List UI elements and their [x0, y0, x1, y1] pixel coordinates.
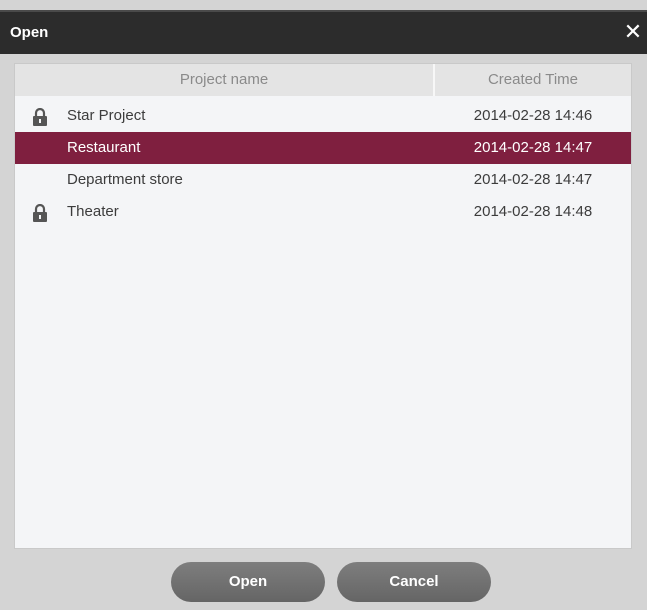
table-row[interactable]: Theater 2014-02-28 14:48 [15, 196, 631, 228]
created-time: 2014-02-28 14:47 [473, 139, 593, 156]
open-button[interactable]: Open [171, 562, 325, 602]
dialog-title: Open [10, 24, 49, 41]
created-time: 2014-02-28 14:47 [473, 171, 593, 188]
project-name: Star Project [67, 107, 146, 124]
created-time: 2014-02-28 14:46 [473, 107, 593, 124]
project-name: Restaurant [67, 139, 141, 156]
table-row[interactable]: Restaurant 2014-02-28 14:47 [15, 132, 631, 164]
column-header-project-name[interactable]: Project name [15, 64, 433, 96]
project-name: Department store [67, 171, 183, 188]
project-name: Theater [67, 203, 119, 220]
list-header: Project name Created Time [15, 64, 631, 96]
project-list: Project name Created Time Star Project 2… [14, 63, 632, 549]
column-header-created-time[interactable]: Created Time [435, 64, 631, 96]
lock-icon [33, 204, 47, 222]
cancel-button[interactable]: Cancel [337, 562, 491, 602]
open-dialog: Open ✕ Project name Created Time Star Pr… [0, 0, 647, 610]
table-row[interactable]: Star Project 2014-02-28 14:46 [15, 100, 631, 132]
table-row[interactable]: Department store 2014-02-28 14:47 [15, 164, 631, 196]
lock-icon [33, 108, 47, 126]
created-time: 2014-02-28 14:48 [473, 203, 593, 220]
close-icon[interactable]: ✕ [623, 21, 643, 43]
title-bar: Open ✕ [0, 10, 647, 54]
